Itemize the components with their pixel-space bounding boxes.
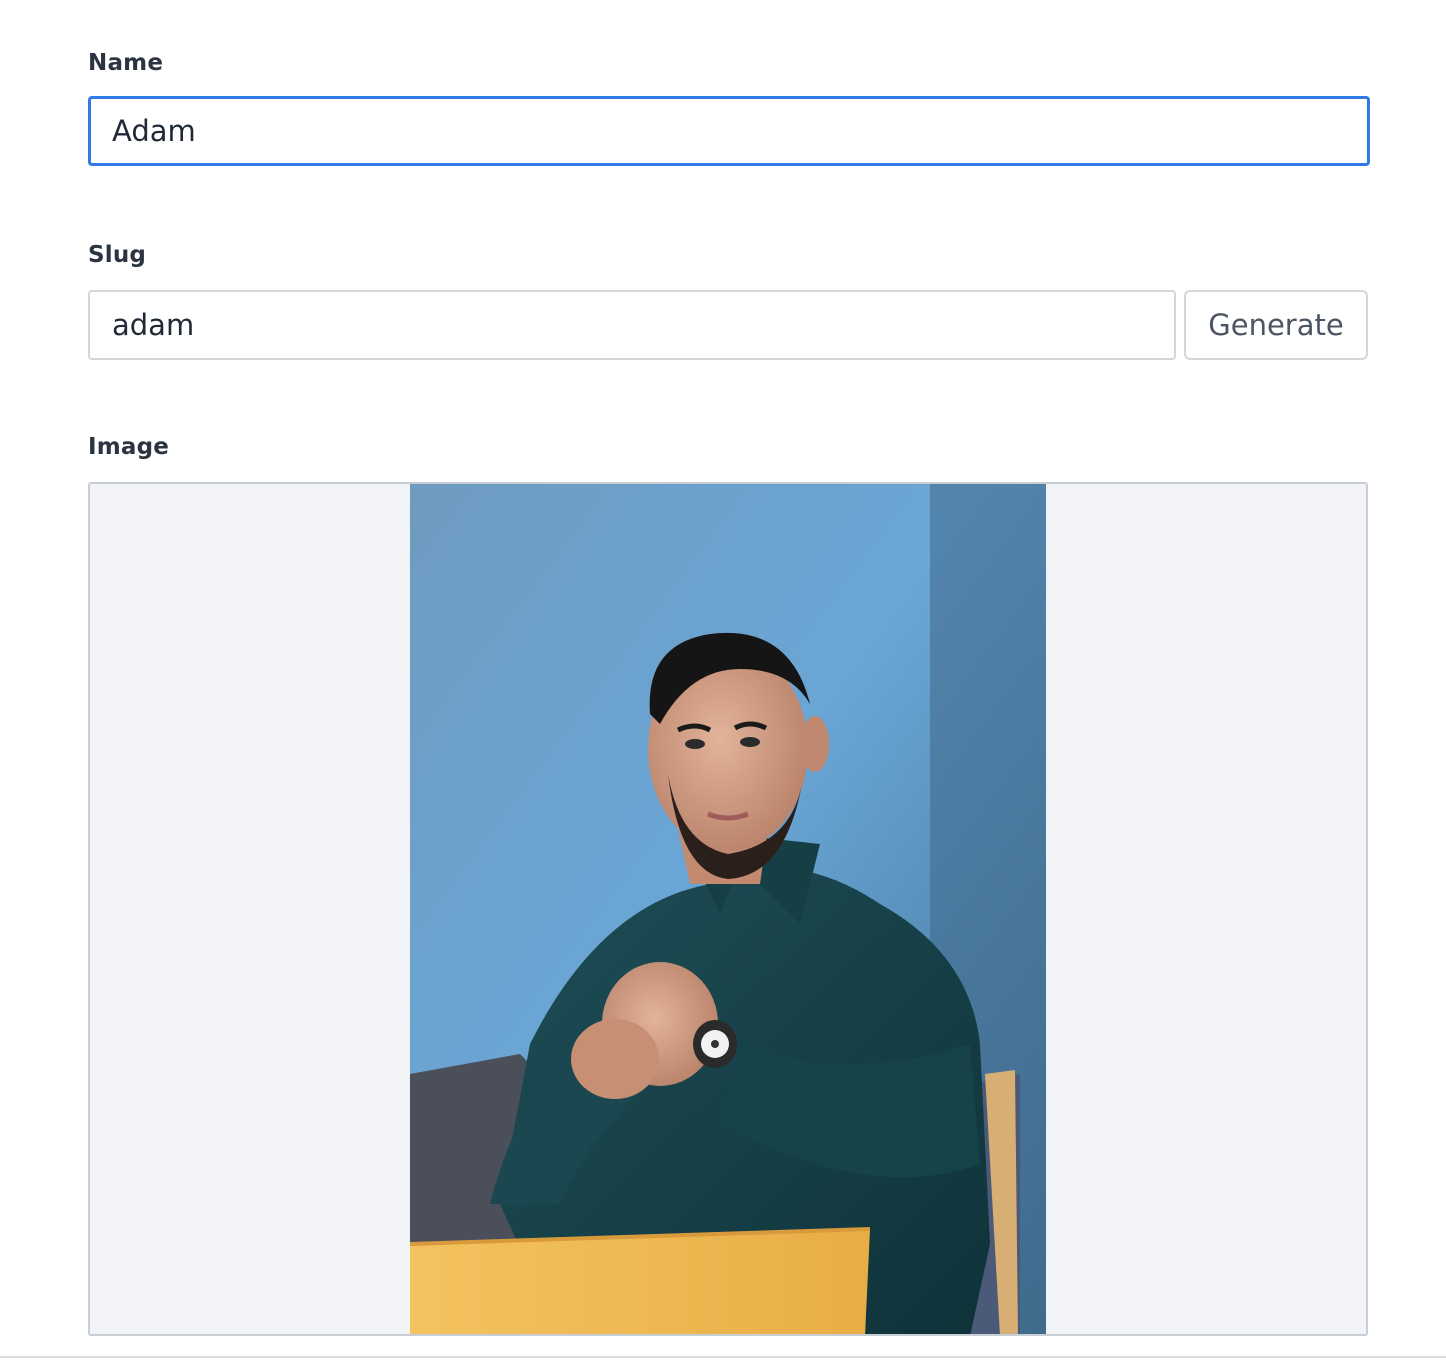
slug-input[interactable] bbox=[88, 290, 1176, 360]
name-input[interactable] bbox=[88, 96, 1370, 166]
slug-label: Slug bbox=[88, 242, 147, 268]
image-upload-preview[interactable] bbox=[88, 482, 1368, 1336]
bottom-divider bbox=[0, 1356, 1446, 1358]
name-label: Name bbox=[88, 50, 164, 76]
image-label: Image bbox=[88, 434, 170, 460]
generate-button[interactable]: Generate bbox=[1184, 290, 1368, 360]
profile-photo bbox=[410, 484, 1046, 1334]
